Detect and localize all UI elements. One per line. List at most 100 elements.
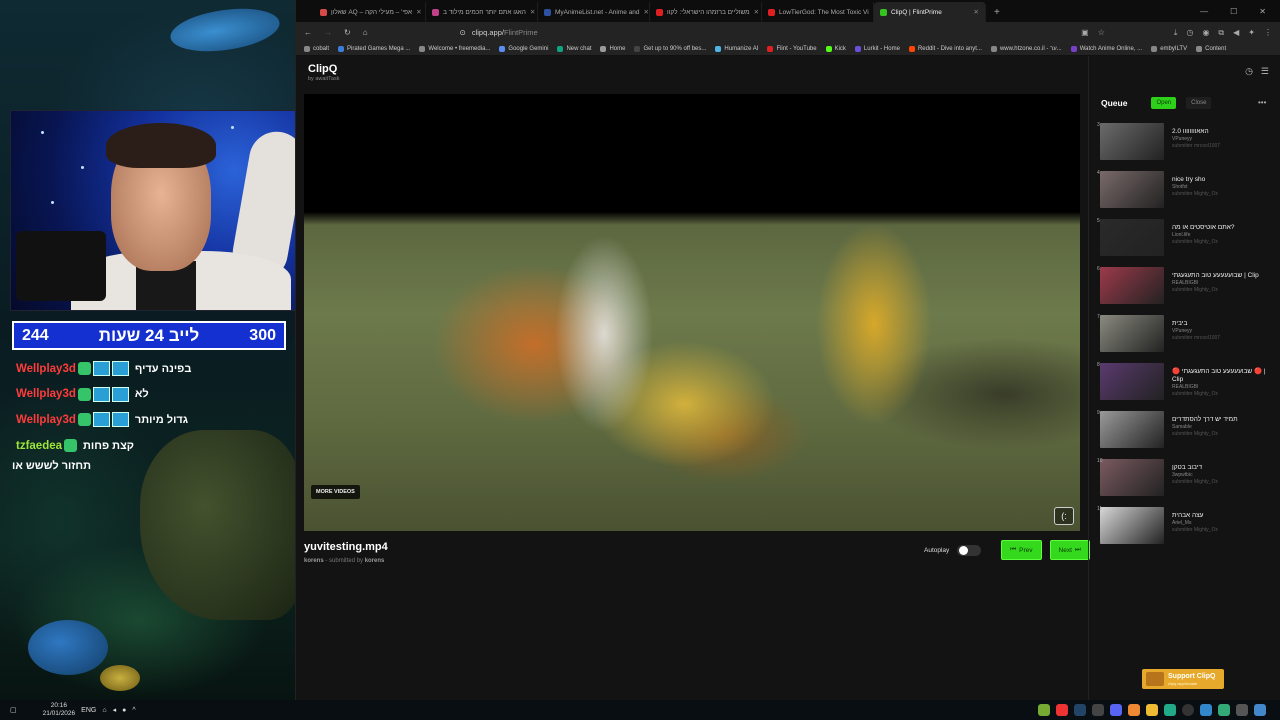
app-icon[interactable] bbox=[1128, 704, 1140, 716]
bookmark-item[interactable]: www.htzone.co.il - ער... bbox=[990, 46, 1062, 52]
queue-thumbnail[interactable] bbox=[1100, 315, 1164, 352]
video-submitter[interactable]: korens bbox=[365, 558, 385, 564]
app-icon[interactable] bbox=[1200, 704, 1212, 716]
clock[interactable]: 20:16 21/01/2026 bbox=[43, 702, 76, 718]
close-tab-icon[interactable]: ✕ bbox=[974, 8, 979, 16]
queue-thumbnail[interactable] bbox=[1100, 411, 1164, 448]
close-window-icon[interactable]: ✕ bbox=[1259, 7, 1266, 16]
close-tab-icon[interactable]: ✕ bbox=[416, 8, 421, 16]
extension-icon[interactable]: ⧉ bbox=[1218, 28, 1224, 38]
app-icon[interactable] bbox=[1236, 704, 1248, 716]
more-videos-button[interactable]: MORE VIDEOS bbox=[311, 485, 360, 499]
chevron-up-icon[interactable]: ^ bbox=[132, 707, 135, 714]
settings-sliders-icon[interactable]: ☰ bbox=[1261, 66, 1269, 77]
browser-tab-active[interactable]: ClipQ | FlintPrime ✕ bbox=[874, 2, 986, 22]
browser-tab[interactable]: LowTierGod: The Most Toxic Vi ✕ bbox=[762, 2, 874, 22]
minimize-icon[interactable]: — bbox=[1200, 7, 1208, 16]
close-tab-icon[interactable]: ✕ bbox=[530, 8, 535, 16]
obs-icon[interactable] bbox=[1182, 704, 1194, 716]
bookmark-item[interactable]: Get up to 90% off bes... bbox=[634, 46, 706, 52]
app-title[interactable]: ClipQ bbox=[308, 63, 337, 75]
bookmark-item[interactable]: Flint - YouTube bbox=[767, 46, 817, 52]
bookmark-item[interactable]: Content bbox=[1196, 46, 1226, 52]
download-icon[interactable]: ⤓ bbox=[1174, 28, 1178, 38]
bookmark-item[interactable]: New chat bbox=[557, 46, 591, 52]
queue-item[interactable]: 4 nice try sho Shotfst submitter Mighty_Oz bbox=[1096, 168, 1276, 216]
app-icon[interactable] bbox=[1092, 704, 1104, 716]
queue-item[interactable]: 6 שבועעעעע טוב התעגעגתי | Clip REALBIGBI su… bbox=[1096, 264, 1276, 312]
queue-thumbnail[interactable] bbox=[1100, 219, 1164, 256]
more-options-icon[interactable]: ••• bbox=[1258, 98, 1266, 107]
browser-tab[interactable]: משוליים ברזמהו הישראלי: לקוו ✕ bbox=[650, 2, 762, 22]
queue-thumbnail[interactable] bbox=[1100, 267, 1164, 304]
folder-icon[interactable] bbox=[1146, 704, 1158, 716]
notification-icon[interactable]: ▢ bbox=[10, 706, 17, 714]
queue-thumbnail[interactable] bbox=[1100, 363, 1164, 400]
tab-favicon-icon bbox=[656, 8, 663, 16]
bookmark-item[interactable]: Reddit - Dive into anyt... bbox=[908, 46, 982, 52]
queue-thumbnail[interactable] bbox=[1100, 507, 1164, 544]
bookmark-item[interactable]: cobalt bbox=[304, 46, 329, 52]
address-bar[interactable]: ⊙ clipq.app/FlintPrime bbox=[380, 25, 1070, 40]
queue-item[interactable]: 3 2.0 האאוווווווו VPuneyy submitter mrcool1… bbox=[1096, 120, 1276, 168]
new-tab-icon[interactable]: + bbox=[986, 7, 1008, 22]
menu-icon[interactable]: ⋮ bbox=[1264, 28, 1272, 38]
queue-item[interactable]: 5 אתם אוטיסטים או מה? Lionl.life submitter … bbox=[1096, 216, 1276, 264]
app-icon[interactable] bbox=[1038, 704, 1050, 716]
tray-icon[interactable]: ⌂ bbox=[102, 707, 106, 714]
site-info-icon[interactable]: ⊙ bbox=[460, 28, 466, 37]
bookmark-item[interactable]: Watch Anime Online, ... bbox=[1070, 46, 1142, 52]
queue-item[interactable]: 7 ביבית VPuneyy submitter mrcool1007 bbox=[1096, 312, 1276, 360]
home-icon[interactable]: ⌂ bbox=[363, 28, 368, 37]
next-button[interactable]: Next ⏭ bbox=[1049, 540, 1090, 560]
history-icon[interactable]: ◷ bbox=[1245, 66, 1253, 77]
forward-icon[interactable]: → bbox=[324, 28, 332, 37]
bookmark-item[interactable]: Google Gemini bbox=[499, 46, 548, 52]
history-icon[interactable]: ◷ bbox=[1186, 28, 1193, 38]
language-indicator[interactable]: ENG bbox=[81, 707, 96, 714]
prev-button[interactable]: ⏮ Prev bbox=[1001, 540, 1042, 560]
bookmark-item[interactable]: Pirated Games Mega ... bbox=[338, 46, 410, 52]
reload-icon[interactable]: ↻ bbox=[344, 28, 351, 37]
microphone-icon[interactable]: ● bbox=[122, 707, 126, 714]
queue-item[interactable]: 11 עצה אבהית Ariel_Ms submitter Mighty_Oz bbox=[1096, 504, 1276, 552]
bookmark-item[interactable]: Humanize AI bbox=[715, 46, 758, 52]
close-tab-icon[interactable]: ✕ bbox=[754, 8, 759, 16]
back-icon[interactable]: ← bbox=[304, 28, 312, 37]
queue-item[interactable]: 8 🔴 שבועעעעע טוב התעגעגתי 🔴 | Clip REALBIG… bbox=[1096, 360, 1276, 408]
extensions-icon[interactable]: ✦ bbox=[1248, 28, 1255, 38]
app-icon[interactable] bbox=[1056, 704, 1068, 716]
translate-icon[interactable]: ▣ bbox=[1081, 28, 1089, 38]
bookmark-item[interactable]: embyILTV bbox=[1151, 46, 1187, 52]
bookmark-item[interactable]: Home bbox=[600, 46, 625, 52]
queue-thumbnail[interactable] bbox=[1100, 171, 1164, 208]
app-icon[interactable] bbox=[1164, 704, 1176, 716]
queue-item[interactable]: 9 תמיד יש דרך להסתדרים Samable submitter Mi… bbox=[1096, 408, 1276, 456]
queue-close-button[interactable]: Close bbox=[1186, 97, 1212, 109]
video-player[interactable]: MORE VIDEOS (: bbox=[304, 94, 1080, 531]
maximize-icon[interactable]: ☐ bbox=[1230, 7, 1237, 16]
queue-open-button[interactable]: Open bbox=[1151, 97, 1177, 109]
browser-tab[interactable]: האגו אתם יותר חכמים מילוד ב ✕ bbox=[426, 2, 538, 22]
browser-tab[interactable]: MyAnimeList.net - Anime and ✕ bbox=[538, 2, 650, 22]
profile-icon[interactable]: ◉ bbox=[1202, 28, 1209, 38]
queue-item[interactable]: 10 דיבוב בטקן 3wpwtbic submitter Mighty_Oz bbox=[1096, 456, 1276, 504]
volume-icon[interactable]: ◂ bbox=[113, 706, 117, 714]
queue-thumbnail[interactable] bbox=[1100, 123, 1164, 160]
steam-icon[interactable] bbox=[1074, 704, 1086, 716]
queue-thumbnail[interactable] bbox=[1100, 459, 1164, 496]
discord-icon[interactable] bbox=[1110, 704, 1122, 716]
bookmark-item[interactable]: Lurkit - Home bbox=[854, 46, 900, 52]
bookmark-item[interactable]: Welcome • freemedia... bbox=[419, 46, 490, 52]
close-tab-icon[interactable]: ✕ bbox=[644, 8, 649, 16]
bookmark-star-icon[interactable]: ☆ bbox=[1098, 28, 1105, 38]
app-icon[interactable] bbox=[1218, 704, 1230, 716]
support-button[interactable]: Support ClipQ clipq.app/donate bbox=[1142, 669, 1224, 689]
autoplay-toggle[interactable] bbox=[957, 544, 982, 556]
app-icon[interactable] bbox=[1254, 704, 1266, 716]
bookmark-item[interactable]: Kick bbox=[825, 46, 846, 52]
fullscreen-icon[interactable]: (: bbox=[1054, 507, 1074, 525]
browser-tab[interactable]: שאלון AQ – אפי' – מעילי הקה ✕ bbox=[314, 2, 426, 22]
audio-icon[interactable]: ◀ bbox=[1233, 28, 1239, 38]
video-channel[interactable]: korens bbox=[304, 558, 324, 564]
